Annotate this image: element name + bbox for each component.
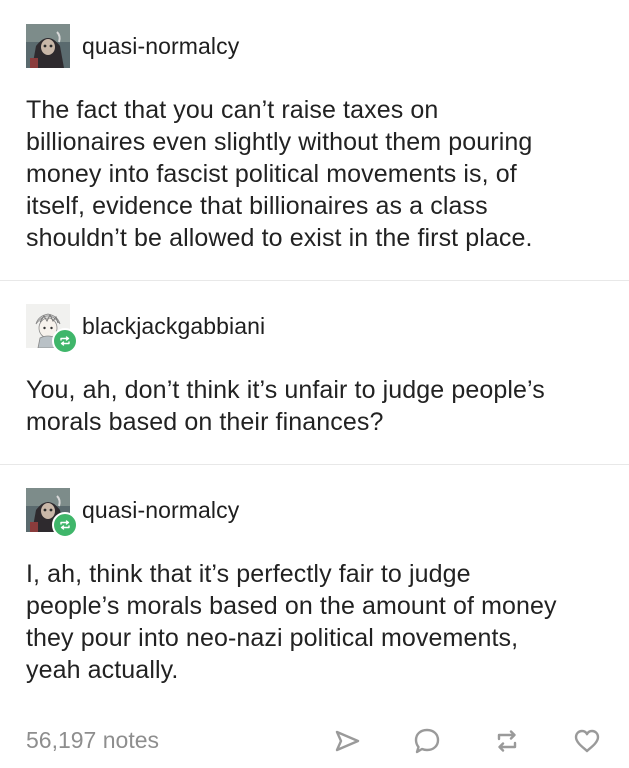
like-button[interactable] <box>570 724 604 758</box>
reblog-button[interactable] <box>490 724 524 758</box>
avatar[interactable] <box>26 488 78 538</box>
post-header-original: quasi-normalcy <box>26 24 239 68</box>
username[interactable]: quasi-normalcy <box>82 33 239 60</box>
notes-count[interactable]: 56,197 notes <box>26 727 159 754</box>
post-text: You, ah, don’t think it’s unfair to judg… <box>26 376 545 436</box>
reblog-icon <box>497 730 517 752</box>
post-footer: 56,197 notes <box>0 712 629 768</box>
share-icon <box>335 730 360 752</box>
tumblr-post: quasi-normalcy The fact that you can’t r… <box>0 0 629 768</box>
username[interactable]: blackjackgabbiani <box>82 313 265 340</box>
reblog-badge-icon <box>52 512 78 538</box>
avatar[interactable] <box>26 304 78 354</box>
reply-icon <box>414 728 440 754</box>
like-icon <box>574 729 600 753</box>
username[interactable]: quasi-normalcy <box>82 497 239 524</box>
reblog-badge-icon <box>52 328 78 354</box>
avatar[interactable] <box>26 24 70 68</box>
reply-button[interactable] <box>410 724 444 758</box>
share-button[interactable] <box>330 724 364 758</box>
divider <box>0 464 629 465</box>
hooded-figure-avatar-icon <box>26 24 70 68</box>
post-text: I, ah, think that it’s perfectly fair to… <box>26 560 557 684</box>
divider <box>0 280 629 281</box>
post-text: The fact that you can’t raise taxes on b… <box>26 96 533 252</box>
post-header-reblog: blackjackgabbiani <box>26 304 265 354</box>
post-header-reblog: quasi-normalcy <box>26 488 239 538</box>
